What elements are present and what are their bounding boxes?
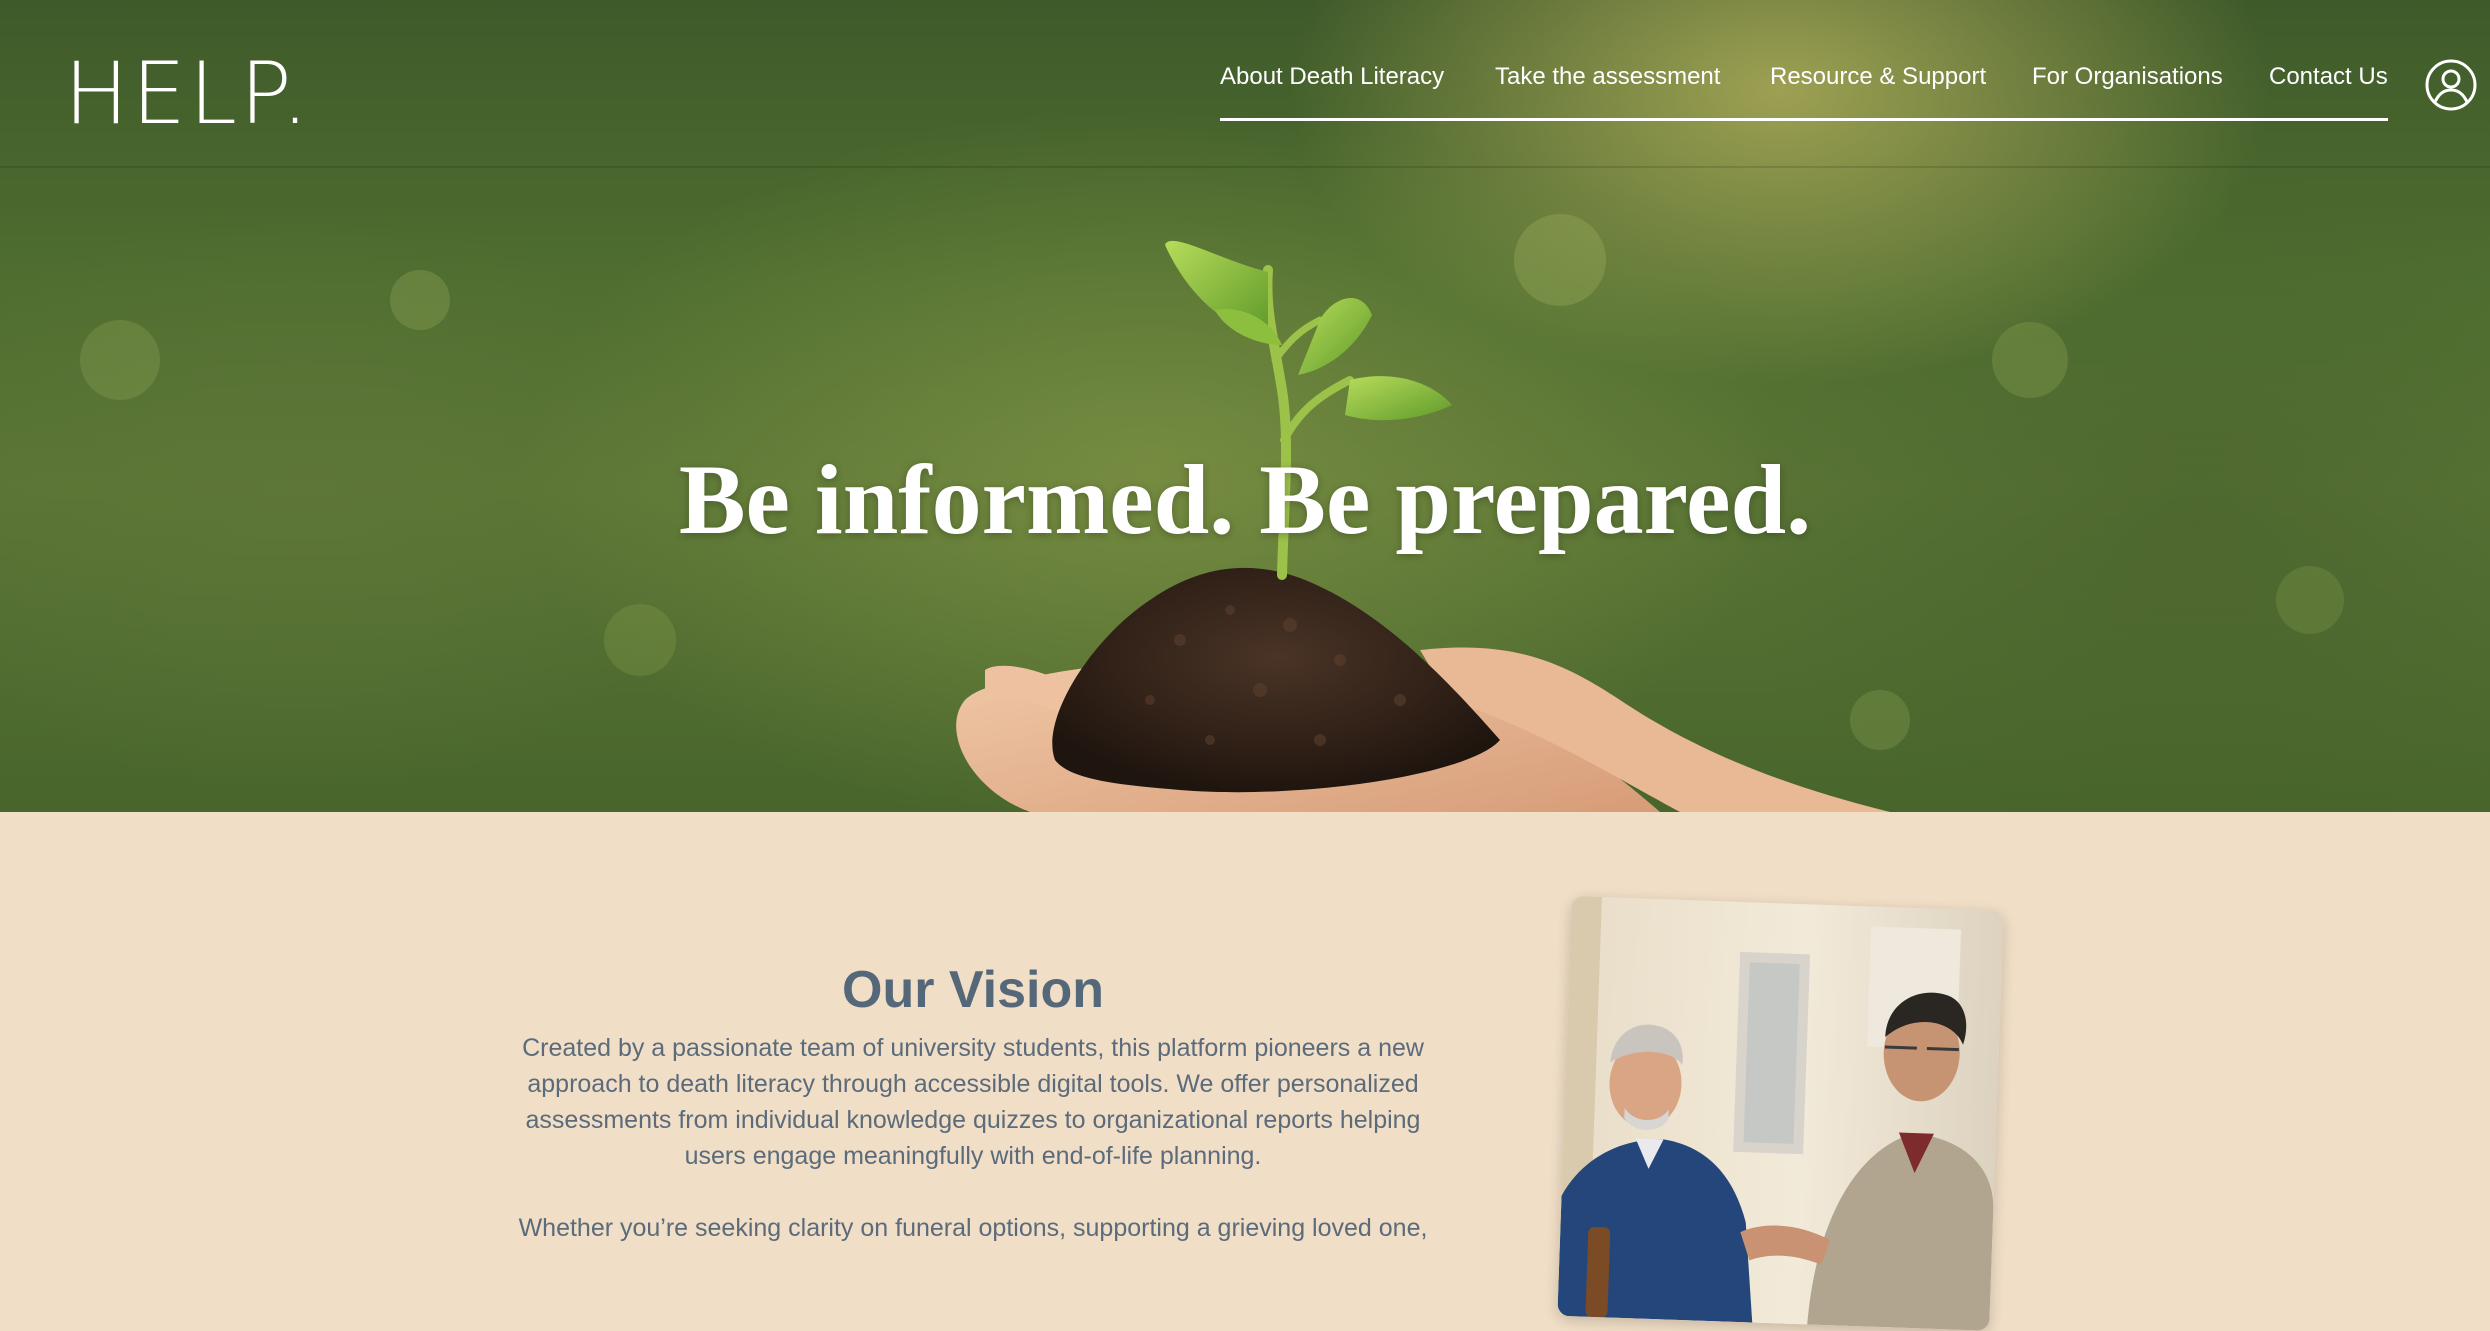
vision-paragraph-2: Whether you’re seeking clarity on funera… xyxy=(518,1214,1428,1242)
vision-title: Our Vision xyxy=(842,961,1104,1019)
nav-for-organisations[interactable]: For Organisations xyxy=(2032,60,2223,94)
hero-title: Be informed. Be prepared. xyxy=(678,444,1812,555)
vision-photo xyxy=(1557,896,2004,1331)
nav-contact-us[interactable]: Contact Us xyxy=(2269,60,2388,94)
hero-section: HELP. About Death Literacy Take the asse… xyxy=(0,0,2490,812)
nav-resource-support[interactable]: Resource & Support xyxy=(1770,60,1986,94)
user-circle-icon[interactable] xyxy=(2424,58,2478,112)
nav-about-death-literacy[interactable]: About Death Literacy xyxy=(1220,60,1444,94)
vision-paragraph-1: Created by a passionate team of universi… xyxy=(522,1034,1424,1170)
site-logo[interactable]: HELP. xyxy=(64,44,312,144)
header-divider xyxy=(0,166,2490,168)
nav-take-the-assessment[interactable]: Take the assessment xyxy=(1495,60,1720,94)
main-nav: About Death Literacy Take the assessment… xyxy=(1220,60,2388,122)
nav-underline xyxy=(1220,118,2388,121)
